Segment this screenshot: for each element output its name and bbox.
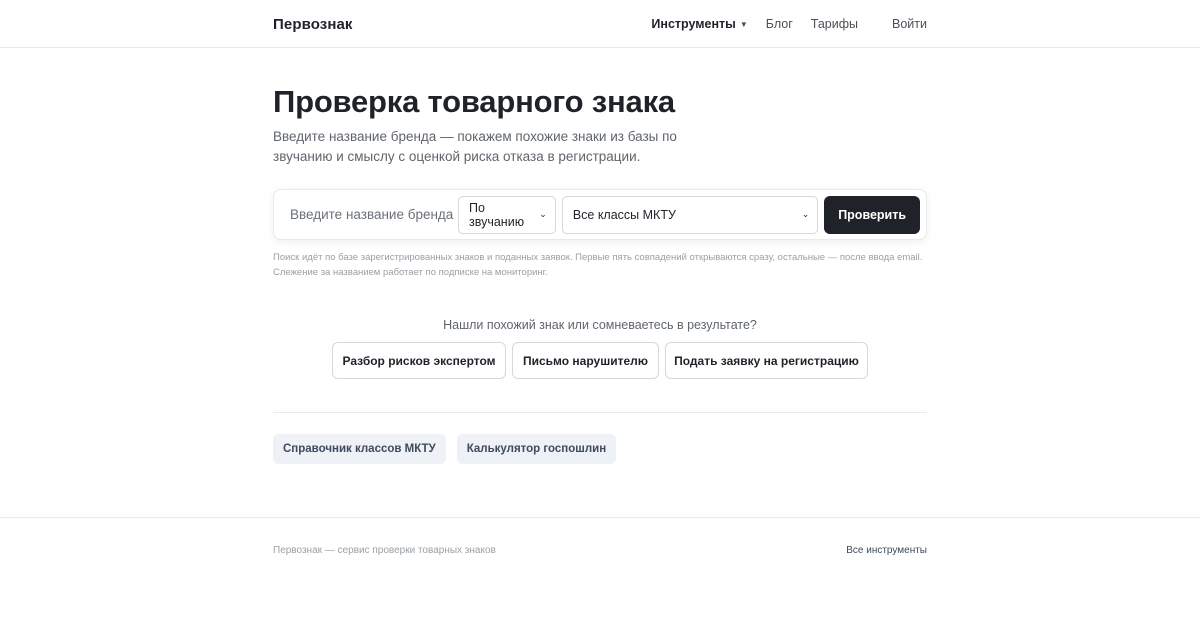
search-form: По звучанию ⌄ Все классы МКТУ ⌄ Проверит… (273, 189, 927, 241)
footer-tagline: Первознак — сервис проверки товарных зна… (273, 545, 496, 556)
search-mode-select[interactable]: По звучанию ⌄ (458, 195, 556, 234)
tool-links: Справочник классов МКТУ Калькулятор госп… (273, 434, 927, 465)
page-title: Проверка товарного знака (273, 84, 675, 119)
page-subtitle: Введите название бренда — покажем похожи… (273, 129, 677, 165)
file-application-button[interactable]: Подать заявку на регистрацию (665, 342, 868, 380)
main-content: Проверка товарного знака Введите названи… (273, 84, 927, 465)
brand-search-input[interactable] (290, 207, 458, 223)
all-tools-link[interactable]: Все инструменты (846, 545, 927, 556)
check-button[interactable]: Проверить (824, 195, 920, 234)
chevron-down-icon: ⌄ (539, 209, 547, 220)
expert-review-button[interactable]: Разбор рисков экспертом (332, 342, 506, 380)
nav-tools-label: Инструменты (651, 17, 736, 31)
cta-question: Нашли похожий знак или сомневаетесь в ре… (443, 318, 757, 333)
mktu-class-select[interactable]: Все классы МКТУ ⌄ (561, 195, 819, 234)
search-hint: Поиск идёт по базе зарегистрированных зн… (273, 252, 923, 279)
search-mode-value: По звучанию (469, 200, 525, 229)
infringer-letter-button[interactable]: Письмо нарушителю (512, 342, 659, 380)
section-divider (273, 412, 927, 414)
site-header: Первознак Инструменты ▼ Блог Тарифы Войт… (0, 0, 1200, 48)
nav-blog-link[interactable]: Блог (766, 17, 793, 31)
site-logo[interactable]: Первознак (273, 16, 353, 33)
nav-pricing-link[interactable]: Тарифы (811, 17, 858, 31)
footer-container: Первознак — сервис проверки товарных зна… (273, 518, 927, 556)
nav-tools-dropdown[interactable]: Инструменты ▼ (651, 17, 747, 31)
site-footer: Первознак — сервис проверки товарных зна… (0, 517, 1200, 556)
caret-down-icon: ▼ (739, 19, 748, 29)
mktu-class-value: Все классы МКТУ (572, 207, 676, 222)
fee-calculator-chip[interactable]: Калькулятор госпошлин (456, 434, 617, 465)
login-link[interactable]: Войти (892, 17, 927, 31)
chevron-down-icon: ⌄ (801, 209, 810, 220)
mktu-reference-chip[interactable]: Справочник классов МКТУ (273, 434, 446, 465)
cta-buttons: Разбор рисков экспертом Письмо нарушител… (273, 342, 927, 380)
main-nav: Инструменты ▼ Блог Тарифы Войти (651, 17, 927, 31)
header-container: Первознак Инструменты ▼ Блог Тарифы Войт… (273, 0, 927, 48)
